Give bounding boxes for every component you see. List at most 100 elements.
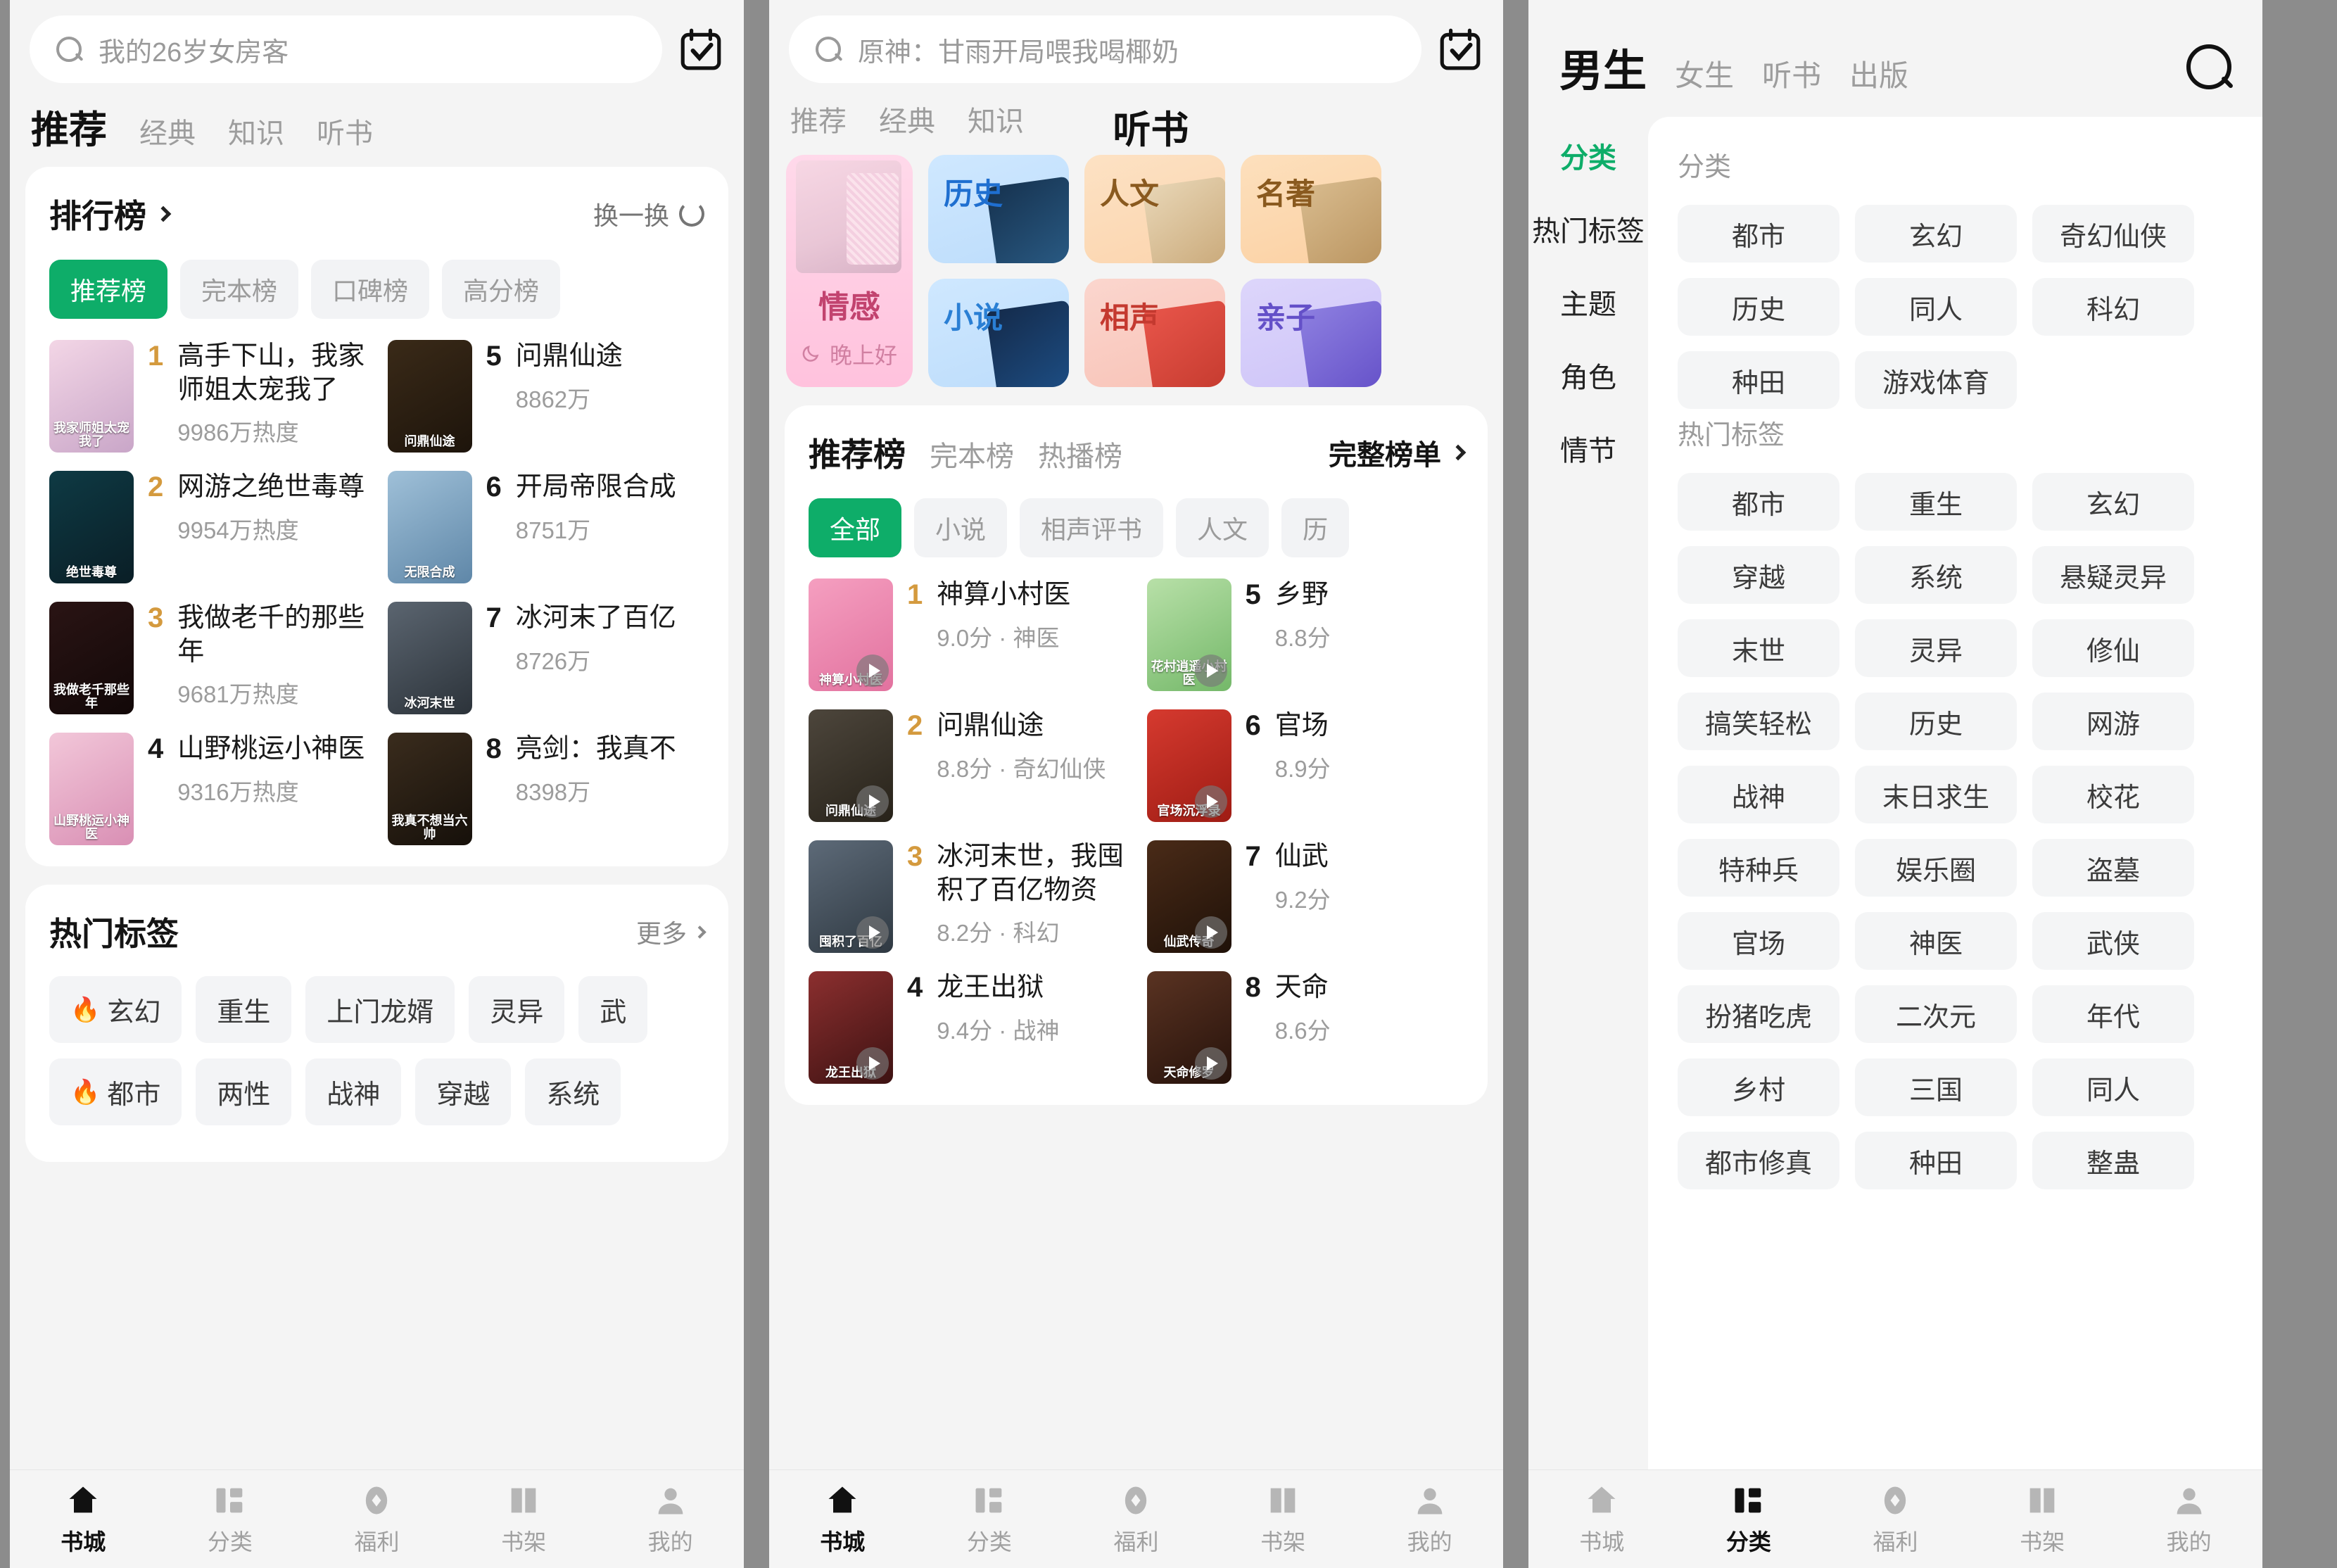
search-input[interactable]: 我的26岁女房客 <box>30 15 662 83</box>
audio-category-card[interactable]: 相声 <box>1084 279 1225 387</box>
pill-highscore-rank[interactable]: 高分榜 <box>442 260 561 319</box>
audio-category-card[interactable]: 小说 <box>928 279 1069 387</box>
sidebar-item-分类[interactable]: 分类 <box>1560 135 1616 176</box>
category-chip[interactable]: 盗墓 <box>2032 839 2194 897</box>
list-item[interactable]: 我做老千那些年 3 我做老千的那些年 9681万热度 <box>49 602 367 714</box>
category-chip[interactable]: 三国 <box>1855 1058 2017 1116</box>
full-ranking-link[interactable]: 完整榜单 <box>1329 432 1467 473</box>
play-icon[interactable] <box>856 1047 889 1080</box>
pill-history[interactable]: 历 <box>1281 498 1350 557</box>
list-item[interactable]: 官场沉浮录 6 官场 8.9分 <box>1146 709 1464 822</box>
list-item[interactable]: 问鼎仙途 2 问鼎仙途 8.8分 · 奇幻仙侠 <box>809 709 1126 822</box>
nav-item-书城[interactable]: 书城 <box>1528 1482 1676 1557</box>
content-scroll[interactable]: 推荐榜 完本榜 热播榜 完整榜单 全部 小说 相声评书 人文 历 神算小村医 1… <box>769 405 1503 1469</box>
calendar-check-icon[interactable] <box>1437 26 1483 72</box>
sidebar-item-角色[interactable]: 角色 <box>1560 355 1616 396</box>
category-chip[interactable]: 二次元 <box>1855 985 2017 1043</box>
tag-chip[interactable]: 武 <box>578 976 648 1043</box>
nav-item-书架[interactable]: 书架 <box>1210 1482 1357 1557</box>
tag-chip[interactable]: 🔥 都市 <box>49 1058 182 1125</box>
category-chip[interactable]: 特种兵 <box>1678 839 1839 897</box>
list-item[interactable]: 龙王出狱 4 龙王出狱 9.4分 · 战神 <box>809 971 1126 1084</box>
tab-publication[interactable]: 出版 <box>1849 52 1908 95</box>
tab-recommend[interactable]: 推荐 <box>31 99 107 154</box>
category-chip[interactable]: 战神 <box>1678 766 1839 823</box>
pill-reputation-rank[interactable]: 口碑榜 <box>311 260 430 319</box>
nav-item-分类[interactable]: 分类 <box>157 1482 304 1557</box>
search-input[interactable]: 原神：甘雨开局喂我喝椰奶 <box>789 15 1421 83</box>
pill-all[interactable]: 全部 <box>809 498 902 557</box>
tag-chip[interactable]: 重生 <box>196 976 292 1043</box>
tab-knowledge[interactable]: 知识 <box>228 110 284 151</box>
sidebar-item-主题[interactable]: 主题 <box>1560 282 1616 322</box>
category-chip[interactable]: 娱乐圈 <box>1855 839 2017 897</box>
tab-classic[interactable]: 经典 <box>879 99 935 139</box>
nav-item-分类[interactable]: 分类 <box>1676 1482 1823 1557</box>
tag-chip[interactable]: 🔥 玄幻 <box>49 976 182 1043</box>
category-chip[interactable]: 神医 <box>1855 912 2017 970</box>
content-scroll[interactable]: 排行榜 换一换 推荐榜 完本榜 口碑榜 高分榜 我家师姐太宠我了 1 高手下山，… <box>10 167 744 1469</box>
audio-category-card[interactable]: 人文 <box>1084 155 1225 263</box>
play-icon[interactable] <box>1194 785 1227 818</box>
category-chip[interactable]: 武侠 <box>2032 912 2194 970</box>
category-chip[interactable]: 奇幻仙侠 <box>2032 205 2194 263</box>
list-item[interactable]: 天命修罗 8 天命 8.6分 <box>1146 971 1464 1084</box>
play-icon[interactable] <box>1194 655 1227 687</box>
tab-classic[interactable]: 经典 <box>139 110 196 151</box>
tag-chip[interactable]: 灵异 <box>469 976 565 1043</box>
category-chip[interactable]: 末世 <box>1678 619 1839 677</box>
category-chip[interactable]: 系统 <box>1855 546 2017 604</box>
category-chip[interactable]: 同人 <box>2032 1058 2194 1116</box>
list-item[interactable]: 我真不想当六帅 8 亮剑：我真不 8398万 <box>387 733 705 845</box>
category-chip[interactable]: 末日求生 <box>1855 766 2017 823</box>
sidebar-item-热门标签[interactable]: 热门标签 <box>1532 208 1645 249</box>
tab-recommend-rank[interactable]: 推荐榜 <box>809 429 906 476</box>
pill-humanities[interactable]: 人文 <box>1176 498 1269 557</box>
tag-chip[interactable]: 两性 <box>196 1058 292 1125</box>
nav-item-我的[interactable]: 我的 <box>2115 1482 2262 1557</box>
pill-novel[interactable]: 小说 <box>914 498 1008 557</box>
list-item[interactable]: 囤积了百亿 3 冰河末世，我囤积了百亿物资 8.2分 · 科幻 <box>809 840 1126 953</box>
tab-female[interactable]: 女生 <box>1675 52 1734 95</box>
category-chip[interactable]: 重生 <box>1855 473 2017 531</box>
tab-knowledge[interactable]: 知识 <box>968 99 1024 139</box>
tag-chip[interactable]: 上门龙婿 <box>305 976 455 1043</box>
category-chip[interactable]: 都市修真 <box>1678 1132 1839 1189</box>
nav-item-书架[interactable]: 书架 <box>450 1482 597 1557</box>
play-icon[interactable] <box>1194 916 1227 949</box>
hot-tags-more-button[interactable]: 更多 <box>636 913 707 950</box>
pill-completed-rank[interactable]: 完本榜 <box>180 260 299 319</box>
tab-hotplay-rank[interactable]: 热播榜 <box>1038 434 1122 474</box>
nav-item-书架[interactable]: 书架 <box>1969 1482 2116 1557</box>
category-chip[interactable]: 扮猪吃虎 <box>1678 985 1839 1043</box>
category-chip[interactable]: 官场 <box>1678 912 1839 970</box>
play-icon[interactable] <box>856 916 889 949</box>
list-item[interactable]: 冰河末世 7 冰河末了百亿 8726万 <box>387 602 705 714</box>
tag-chip[interactable]: 系统 <box>525 1058 621 1125</box>
nav-item-书城[interactable]: 书城 <box>769 1482 916 1557</box>
list-item[interactable]: 仙武传奇 7 仙武 9.2分 <box>1146 840 1464 953</box>
ranking-title[interactable]: 排行榜 <box>49 191 172 237</box>
tab-audiobook[interactable]: 听书 <box>317 110 373 151</box>
nav-item-我的[interactable]: 我的 <box>597 1482 744 1557</box>
category-chip[interactable]: 网游 <box>2032 693 2194 750</box>
category-chip[interactable]: 种田 <box>1855 1132 2017 1189</box>
category-chip[interactable]: 年代 <box>2032 985 2194 1043</box>
category-chip[interactable]: 种田 <box>1678 351 1839 409</box>
nav-item-我的[interactable]: 我的 <box>1356 1482 1503 1557</box>
category-chip[interactable]: 历史 <box>1855 693 2017 750</box>
category-chip[interactable]: 游戏体育 <box>1855 351 2017 409</box>
category-chip[interactable]: 都市 <box>1678 473 1839 531</box>
list-item[interactable]: 我家师姐太宠我了 1 高手下山，我家师姐太宠我了 9986万热度 <box>49 340 367 453</box>
category-chip[interactable]: 修仙 <box>2032 619 2194 677</box>
play-icon[interactable] <box>856 655 889 687</box>
category-chip[interactable]: 穿越 <box>1678 546 1839 604</box>
audio-category-card[interactable]: 名著 <box>1241 155 1381 263</box>
featured-emotion-card[interactable]: 情感 晚上好 <box>786 155 913 387</box>
tab-recommend[interactable]: 推荐 <box>790 99 847 139</box>
audio-category-card[interactable]: 历史 <box>928 155 1069 263</box>
category-chip[interactable]: 整蛊 <box>2032 1132 2194 1189</box>
nav-item-福利[interactable]: 福利 <box>303 1482 450 1557</box>
pill-crosstalk[interactable]: 相声评书 <box>1020 498 1164 557</box>
nav-item-书城[interactable]: 书城 <box>10 1482 157 1557</box>
